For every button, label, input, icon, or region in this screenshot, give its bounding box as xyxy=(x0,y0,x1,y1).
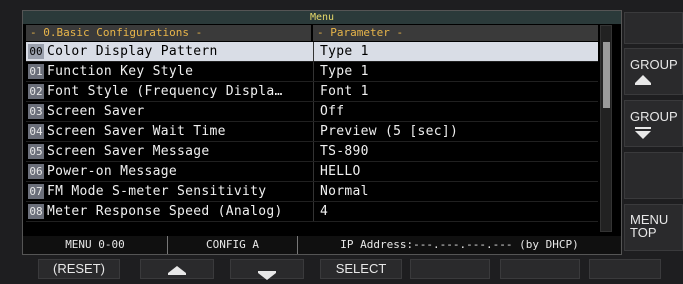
row-value: Type 1 xyxy=(320,44,369,59)
column-divider xyxy=(313,142,314,161)
row-name: Screen Saver Message xyxy=(47,144,210,159)
row-number: 08 xyxy=(28,204,44,219)
row-number: 04 xyxy=(28,124,44,139)
side-key-blank-top[interactable] xyxy=(624,12,683,44)
menu-scrollbar[interactable] xyxy=(600,25,612,232)
menu-row-08[interactable]: 08 Meter Response Speed (Analog) 4 xyxy=(26,202,598,222)
reset-button[interactable]: (RESET) xyxy=(38,259,120,279)
menu-row-05[interactable]: 05 Screen Saver Message TS-890 xyxy=(26,142,598,162)
row-number: 05 xyxy=(28,144,44,159)
row-value: TS-890 xyxy=(320,144,369,159)
menu-screen: Menu - 0.Basic Configurations - - Parame… xyxy=(22,10,622,255)
group-down-label: GROUP xyxy=(630,109,678,124)
column-divider xyxy=(313,182,314,201)
column-divider xyxy=(313,82,314,101)
section-header: - 0.Basic Configurations - xyxy=(26,25,311,41)
row-name: Power-on Message xyxy=(47,164,178,179)
group-up-button[interactable]: GROUP xyxy=(624,48,683,95)
row-number: 03 xyxy=(28,104,44,119)
bottom-key-blank-7[interactable] xyxy=(589,259,661,279)
row-number: 02 xyxy=(28,84,44,99)
row-value: Font 1 xyxy=(320,84,369,99)
select-button[interactable]: SELECT xyxy=(320,259,402,279)
triangle-up-icon xyxy=(635,75,651,83)
config-label: CONFIG A xyxy=(168,236,298,254)
menu-row-02[interactable]: 02 Font Style (Frequency Displa… Font 1 xyxy=(26,82,598,102)
column-divider xyxy=(313,162,314,181)
down-button[interactable] xyxy=(230,259,304,280)
up-button[interactable] xyxy=(140,259,214,279)
row-value: Off xyxy=(320,104,345,119)
menu-row-03[interactable]: 03 Screen Saver Off xyxy=(26,102,598,122)
row-name: FM Mode S-meter Sensitivity xyxy=(47,184,267,199)
parameter-header: - Parameter - xyxy=(313,25,598,41)
arrow-up-icon xyxy=(168,266,186,273)
scrollbar-thumb[interactable] xyxy=(603,42,610,108)
row-name: Function Key Style xyxy=(47,64,194,79)
menu-id-label: MENU 0-00 xyxy=(23,236,168,254)
column-divider xyxy=(313,62,314,81)
menu-row-07[interactable]: 07 FM Mode S-meter Sensitivity Normal xyxy=(26,182,598,202)
bottom-key-blank-5[interactable] xyxy=(410,259,490,279)
column-divider xyxy=(313,42,314,61)
row-number: 00 xyxy=(28,44,44,59)
row-number: 07 xyxy=(28,184,44,199)
menu-top-label-line2: TOP xyxy=(630,225,657,240)
row-value: Normal xyxy=(320,184,369,199)
row-value: HELLO xyxy=(320,164,361,179)
row-name: Font Style (Frequency Displa… xyxy=(47,84,283,99)
column-divider xyxy=(313,122,314,141)
underline-icon xyxy=(168,273,186,275)
row-name: Screen Saver xyxy=(47,104,145,119)
side-key-blank-middle[interactable] xyxy=(624,152,683,199)
row-value: Preview (5 [sec]) xyxy=(320,124,459,139)
row-name: Meter Response Speed (Analog) xyxy=(47,204,283,219)
bottom-key-blank-6[interactable] xyxy=(500,259,580,279)
row-value: 4 xyxy=(320,204,329,219)
menu-top-button[interactable]: MENU TOP xyxy=(624,204,683,251)
ip-address-label: IP Address:---.---.---.--- (by DHCP) xyxy=(298,236,621,254)
underline-icon xyxy=(635,83,651,85)
menu-title: Menu xyxy=(23,11,621,24)
row-name: Color Display Pattern xyxy=(47,44,218,59)
menu-row-01[interactable]: 01 Function Key Style Type 1 xyxy=(26,62,598,82)
row-number: 01 xyxy=(28,64,44,79)
menu-row-04[interactable]: 04 Screen Saver Wait Time Preview (5 [se… xyxy=(26,122,598,142)
triangle-down-icon xyxy=(635,131,651,139)
row-value: Type 1 xyxy=(320,64,369,79)
overline-icon xyxy=(635,127,651,129)
group-down-button[interactable]: GROUP xyxy=(624,100,683,147)
menu-list: 00 Color Display Pattern Type 1 01 Funct… xyxy=(26,42,598,222)
arrow-down-icon xyxy=(258,273,276,280)
column-divider xyxy=(313,202,314,221)
menu-row-00[interactable]: 00 Color Display Pattern Type 1 xyxy=(26,42,598,62)
row-number: 06 xyxy=(28,164,44,179)
group-up-label: GROUP xyxy=(630,57,678,72)
row-name: Screen Saver Wait Time xyxy=(47,124,226,139)
column-divider xyxy=(313,102,314,121)
status-bar: MENU 0-00 CONFIG A IP Address:---.---.--… xyxy=(23,236,621,254)
menu-row-06[interactable]: 06 Power-on Message HELLO xyxy=(26,162,598,182)
